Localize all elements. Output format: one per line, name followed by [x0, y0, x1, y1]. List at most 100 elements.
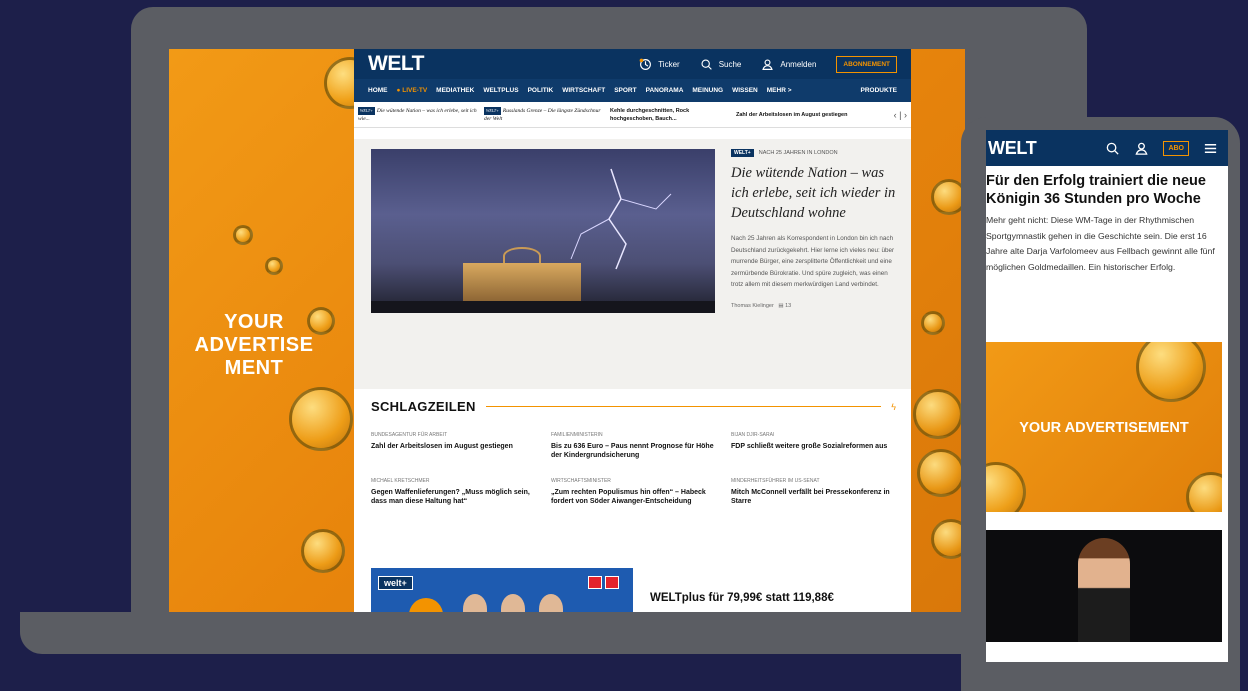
bubble-decoration: [1186, 472, 1222, 512]
bubble-decoration: [913, 389, 963, 439]
headline-item[interactable]: WIRTSCHAFTSMINISTER „Zum rechten Populism…: [551, 478, 731, 506]
person-figure: [539, 594, 563, 612]
comment-icon[interactable]: ▤: [778, 303, 783, 309]
ticker-item[interactable]: WELT+ Russlands Grenze – Die längste Zünd…: [484, 106, 606, 123]
advertisement-banner[interactable]: YOUR ADVERTISEMENT: [986, 342, 1222, 512]
bubble-decoration: [917, 449, 965, 497]
nav-produkte[interactable]: PRODUKTE: [861, 87, 897, 94]
abonnement-button[interactable]: ABONNEMENT: [836, 55, 897, 73]
welt-desktop-page: WELT Ticker Suche Anmelden ABONNEMENT HO…: [354, 49, 911, 612]
nav-item[interactable]: WIRTSCHAFT: [562, 87, 605, 94]
promo-headline[interactable]: WELTplus für 79,99€ statt 119,88€: [650, 592, 834, 604]
bubble-decoration: [289, 387, 353, 451]
headline-item[interactable]: FAMILIENMINISTERIN Bis zu 636 Euro – Paus…: [551, 432, 731, 460]
clock-icon: [639, 58, 652, 70]
ticker-label: Ticker: [658, 59, 680, 69]
bubble-decoration: [233, 225, 253, 245]
section-divider: [485, 406, 882, 407]
ticker-text: Kehle durchgeschnitten, Rock hochgeschob…: [610, 107, 690, 122]
headline-category: MICHAEL KRETSCHMER: [371, 478, 430, 484]
article-teaser: Mehr geht nicht: Diese WM-Tage in der Rh…: [986, 215, 1215, 272]
hero-teaser: Nach 25 Jahren als Korrespondent in Lond…: [731, 235, 895, 288]
ticker-item[interactable]: Zahl der Arbeitslosen im August gestiege…: [736, 111, 858, 119]
user-icon: [762, 58, 774, 70]
person-figure: [501, 594, 525, 612]
nav-item[interactable]: POLITIK: [528, 87, 554, 94]
bubble-decoration: [931, 519, 965, 559]
headline-item[interactable]: MICHAEL KRETSCHMER Gegen Waffenlieferunge…: [371, 478, 551, 506]
search-label: Suche: [718, 59, 742, 69]
kicker-text: NACH 25 JAHREN IN LONDON: [758, 150, 838, 156]
headline-category: BIJAN DJIR-SARAI: [731, 432, 775, 438]
headline-text[interactable]: „Zum rechten Populismus hin offen“ – Hab…: [551, 488, 716, 506]
bubble-decoration: [265, 257, 283, 275]
hero-title[interactable]: Die wütende Nation – was ich erlebe, sei…: [731, 163, 896, 223]
hero-kicker: WELT+ NACH 25 JAHREN IN LONDON: [731, 149, 896, 157]
headline-text[interactable]: Zahl der Arbeitslosen im August gestiege…: [371, 442, 536, 451]
weltplus-badge: WELT+: [484, 106, 501, 115]
headline-text[interactable]: Bis zu 636 Euro – Paus nennt Prognose fü…: [551, 442, 716, 460]
search-link[interactable]: Suche: [700, 58, 742, 71]
ticker-text: Zahl der Arbeitslosen im August gestiege…: [736, 111, 848, 118]
nav-item[interactable]: ● LIVE-TV: [397, 87, 428, 94]
headline-text[interactable]: FDP schließt weitere große Sozialreforme…: [731, 442, 896, 451]
nav-item[interactable]: HOME: [368, 87, 388, 94]
author-name: Thomas Kielinger: [731, 302, 774, 309]
main-navigation: HOME ● LIVE-TV MEDIATHEK WELTPLUS POLITIK WIR…: [354, 79, 911, 102]
ball-decoration: [409, 598, 443, 612]
news-ticker: WELT+ Die wütende Nation – was ich erlebe…: [354, 102, 911, 128]
nav-item[interactable]: SPORT: [614, 87, 636, 94]
user-icon[interactable]: [1134, 141, 1149, 156]
nav-item[interactable]: MEDIATHEK: [436, 87, 474, 94]
login-label: Anmelden: [780, 59, 817, 69]
section-title: SCHLAGZEILEN: [371, 399, 476, 414]
bubble-decoration: [1136, 342, 1206, 402]
article-title[interactable]: Für den Erfolg trainiert die neue Königi…: [986, 166, 1228, 208]
laptop-screen: YOUR ADVERTISE MENT WELT Ticker Suche An…: [169, 49, 965, 612]
article-photo[interactable]: [986, 530, 1222, 642]
hero-article[interactable]: WELT+ NACH 25 JAHREN IN LONDON Die wüten…: [354, 139, 911, 389]
headline-text[interactable]: Mitch McConnell verfällt bei Pressekonfe…: [731, 488, 896, 506]
bubble-decoration: [301, 529, 345, 573]
login-link[interactable]: Anmelden: [761, 58, 816, 71]
headline-category: WIRTSCHAFTSMINISTER: [551, 478, 611, 484]
nav-item[interactable]: PANORAMA: [646, 87, 684, 94]
headline-category: FAMILIENMINISTERIN: [551, 432, 603, 438]
ticker-link[interactable]: Ticker: [639, 58, 680, 71]
ground: [371, 301, 715, 313]
weltplus-badge: WELT+: [358, 106, 375, 115]
welt-logo[interactable]: WELT: [368, 52, 424, 76]
nav-item[interactable]: MEHR >: [767, 87, 792, 94]
ticker-arrows-icon[interactable]: ‹ | ›: [894, 110, 907, 120]
search-icon[interactable]: [1105, 141, 1120, 156]
hero-image[interactable]: [371, 149, 715, 313]
advertisement-label: YOUR ADVERTISEMENT: [1019, 420, 1189, 436]
advertisement-label: YOUR ADVERTISE MENT: [194, 311, 314, 379]
headline-item[interactable]: BUNDESAGENTUR FÜR ARBEIT Zahl der Arbeits…: [371, 432, 551, 460]
headline-grid: BUNDESAGENTUR FÜR ARBEIT Zahl der Arbeits…: [371, 432, 896, 506]
hero-author: Thomas Kielinger ▤ 13: [731, 303, 896, 309]
laptop-base: [20, 612, 1040, 654]
schlagzeilen-section: SCHLAGZEILEN ϟ BUNDESAGENTUR FÜR ARBEIT Z…: [371, 399, 896, 506]
headline-item[interactable]: BIJAN DJIR-SARAI FDP schließt weitere gro…: [731, 432, 896, 460]
menu-icon[interactable]: [1203, 141, 1218, 156]
comment-count: 13: [785, 302, 792, 309]
bubble-decoration: [921, 311, 945, 335]
weltplus-logo: welt+: [378, 576, 413, 590]
athlete-figure: [1078, 538, 1130, 642]
ticker-item[interactable]: WELT+ Die wütende Nation – was ich erlebe…: [358, 106, 480, 123]
ticker-item[interactable]: Kehle durchgeschnitten, Rock hochgeschob…: [610, 107, 732, 123]
abo-button[interactable]: ABO: [1163, 140, 1189, 156]
nav-item[interactable]: WELTPLUS: [483, 87, 518, 94]
bubble-decoration: [986, 462, 1026, 512]
ticker-text: Die wütende Nation – was ich erlebe, sei…: [358, 107, 477, 122]
headline-text[interactable]: Gegen Waffenlieferungen? „Muss möglich s…: [371, 488, 536, 506]
nav-item[interactable]: WISSEN: [732, 87, 758, 94]
weltplus-promo-image[interactable]: welt+: [371, 568, 633, 612]
welt-logo-mobile[interactable]: WELT: [988, 138, 1037, 159]
bundesliga-icons: [588, 576, 619, 589]
nav-item[interactable]: MEINUNG: [692, 87, 723, 94]
headline-item[interactable]: MINDERHEITSFÜHRER IM US-SENAT Mitch McCon…: [731, 478, 896, 506]
search-icon: [701, 58, 712, 70]
top-bar: WELT Ticker Suche Anmelden ABONNEMENT: [354, 49, 911, 79]
